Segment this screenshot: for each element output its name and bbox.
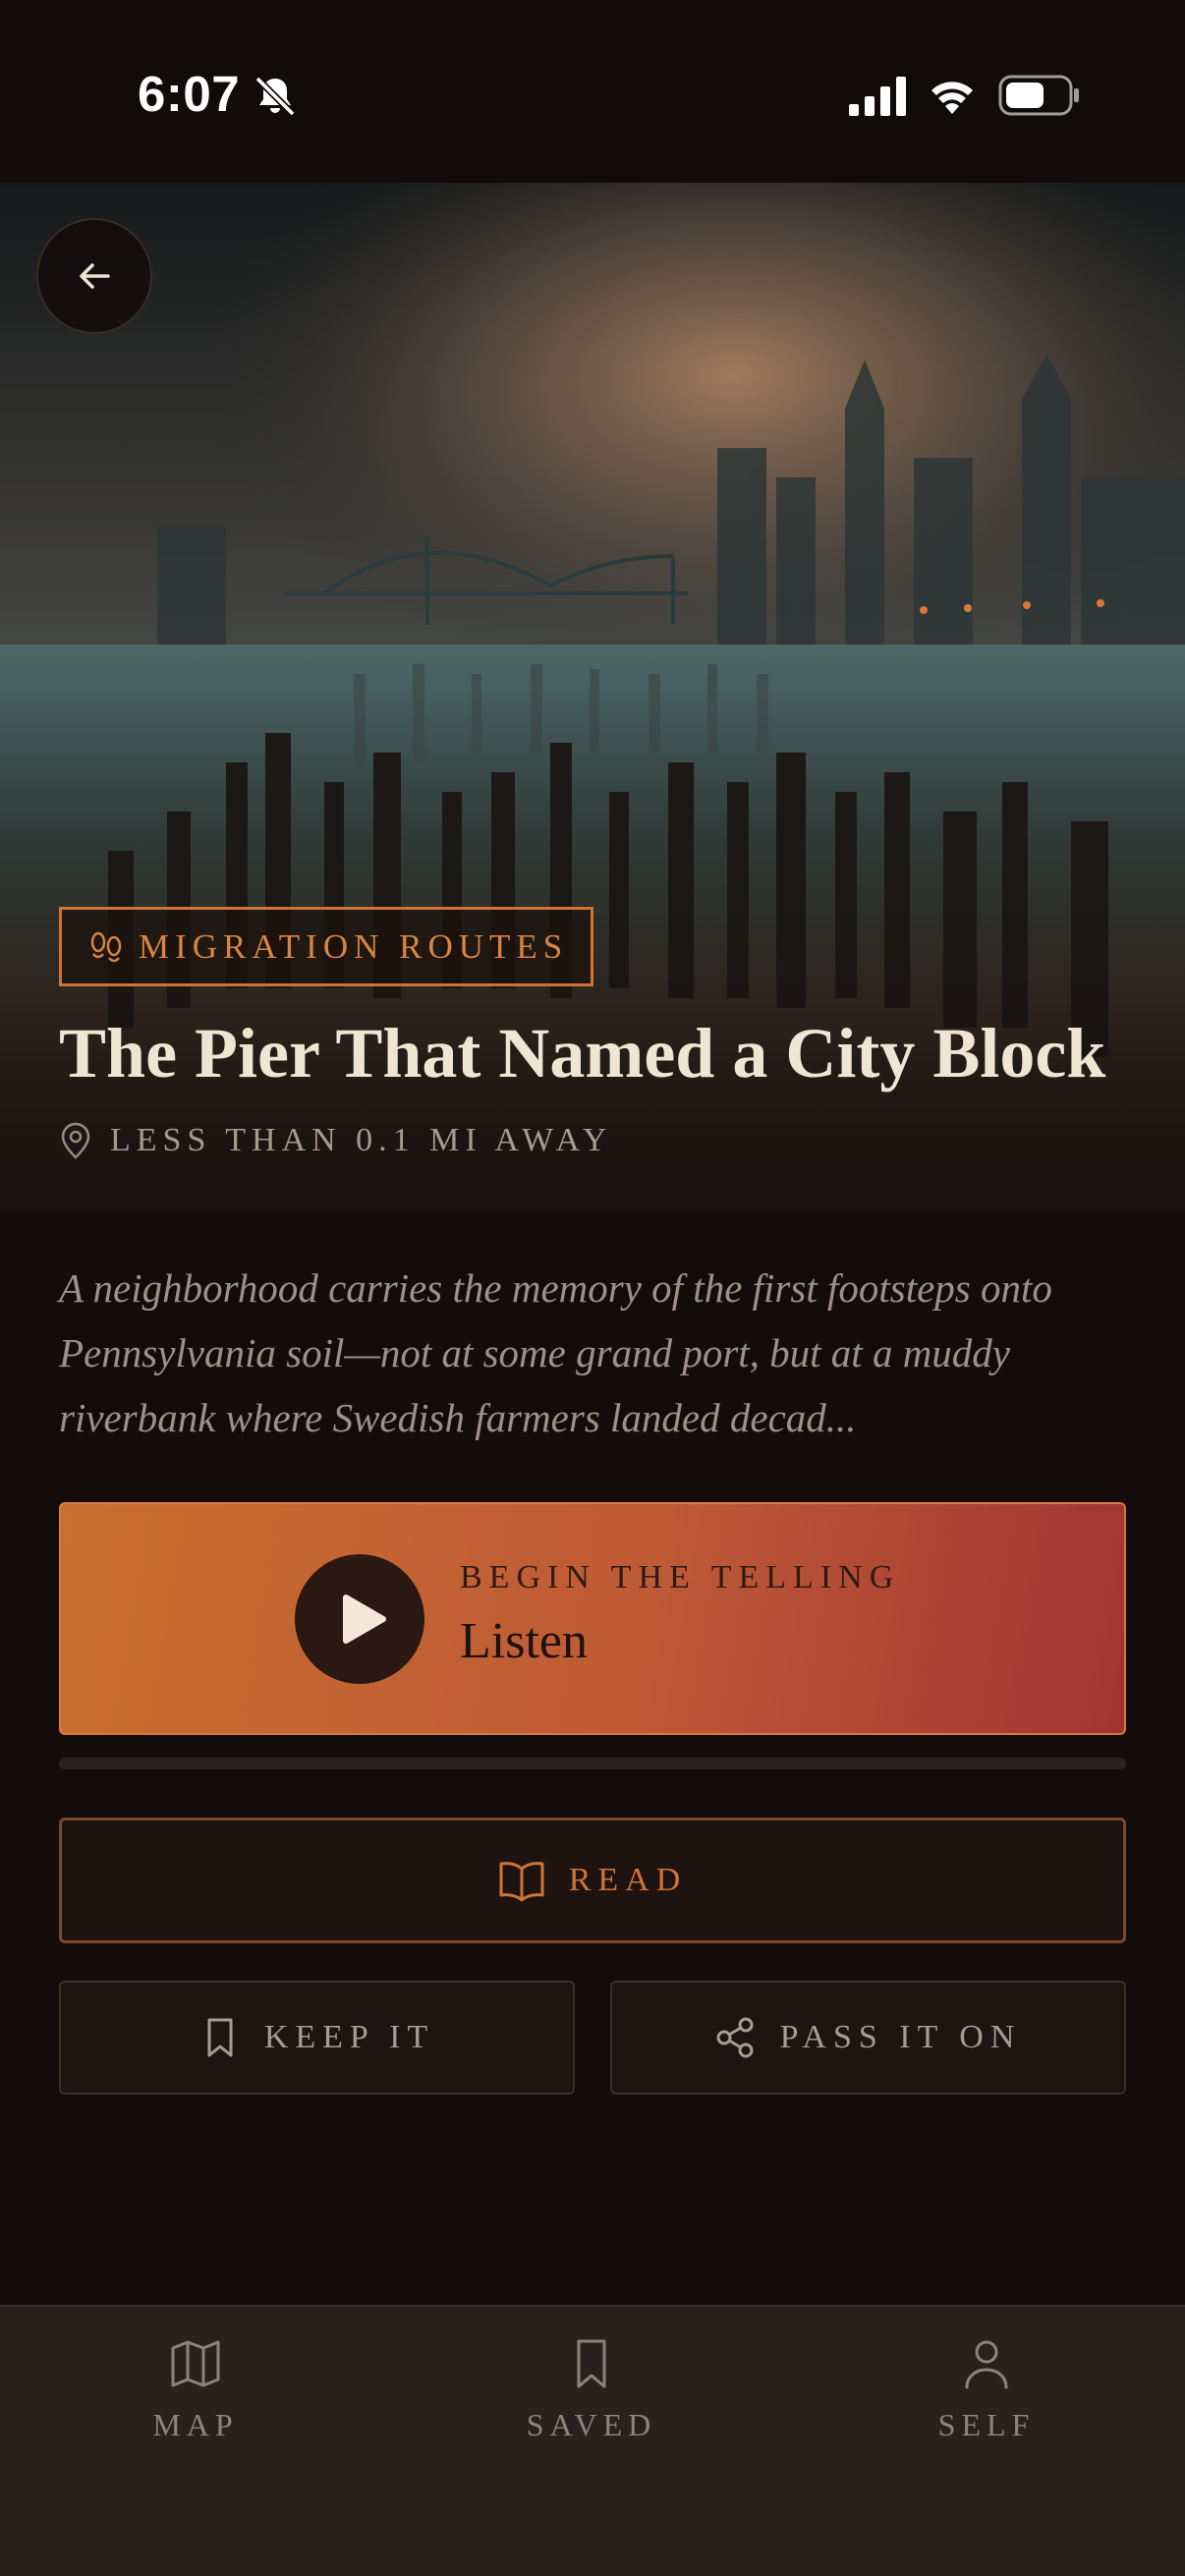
nav-item-saved[interactable]: SAVED (464, 2336, 719, 2464)
back-button[interactable] (36, 218, 152, 334)
book-open-icon (499, 1862, 544, 1902)
nav-item-map[interactable]: MAP (68, 2336, 323, 2464)
screen: 6:07 MIGRATION ROUTES The Pier That Name… (0, 0, 1185, 2576)
keep-it-button[interactable]: KEEP IT (59, 1981, 575, 2095)
category-label: MIGRATION ROUTES (139, 926, 569, 966)
location-pin-icon (61, 1122, 90, 1159)
bookmark-icon (207, 2018, 233, 2057)
nav-label-self: SELF (937, 2407, 1036, 2442)
share-icon (716, 2017, 754, 2058)
bookmark-icon (577, 2339, 606, 2388)
pass-it-on-button[interactable]: PASS IT ON (610, 1981, 1126, 2095)
listen-button[interactable]: BEGIN THE TELLING Listen (59, 1502, 1126, 1735)
map-icon (171, 2340, 220, 2387)
nav-label-saved: SAVED (526, 2407, 657, 2442)
distance-row: LESS THAN 0.1 MI AWAY (59, 1120, 613, 1161)
nav-item-self[interactable]: SELF (859, 2336, 1114, 2464)
pass-it-on-label: PASS IT ON (779, 2019, 1022, 2055)
place-description: A neighborhood carries the memory of the… (59, 1265, 1052, 1440)
arrow-left-icon (80, 263, 110, 289)
category-tag[interactable]: MIGRATION ROUTES (59, 907, 593, 986)
status-bar: 6:07 (0, 0, 1185, 183)
play-icon (343, 1595, 386, 1644)
battery-icon (998, 75, 1079, 116)
cellular-signal-icon (849, 77, 906, 116)
footprints-icon (90, 931, 122, 962)
status-time: 6:07 (138, 66, 241, 122)
distance-label: LESS THAN 0.1 MI AWAY (110, 1122, 613, 1158)
keep-it-label: KEEP IT (263, 2019, 435, 2055)
read-label: READ (568, 1862, 688, 1898)
nav-label-map: MAP (152, 2407, 239, 2442)
place-title: The Pier That Named a City Block (59, 1014, 1106, 1092)
person-icon (965, 2340, 1008, 2389)
bell-muted-icon (254, 76, 296, 117)
listen-kicker: BEGIN THE TELLING (460, 1559, 901, 1596)
bottom-nav: MAP SAVED SELF (0, 2305, 1185, 2576)
audio-progress-bar[interactable] (59, 1758, 1126, 1769)
play-button[interactable] (295, 1554, 424, 1684)
read-button[interactable]: READ (59, 1818, 1126, 1943)
wifi-icon (931, 82, 973, 114)
listen-label: Listen (460, 1613, 588, 1669)
